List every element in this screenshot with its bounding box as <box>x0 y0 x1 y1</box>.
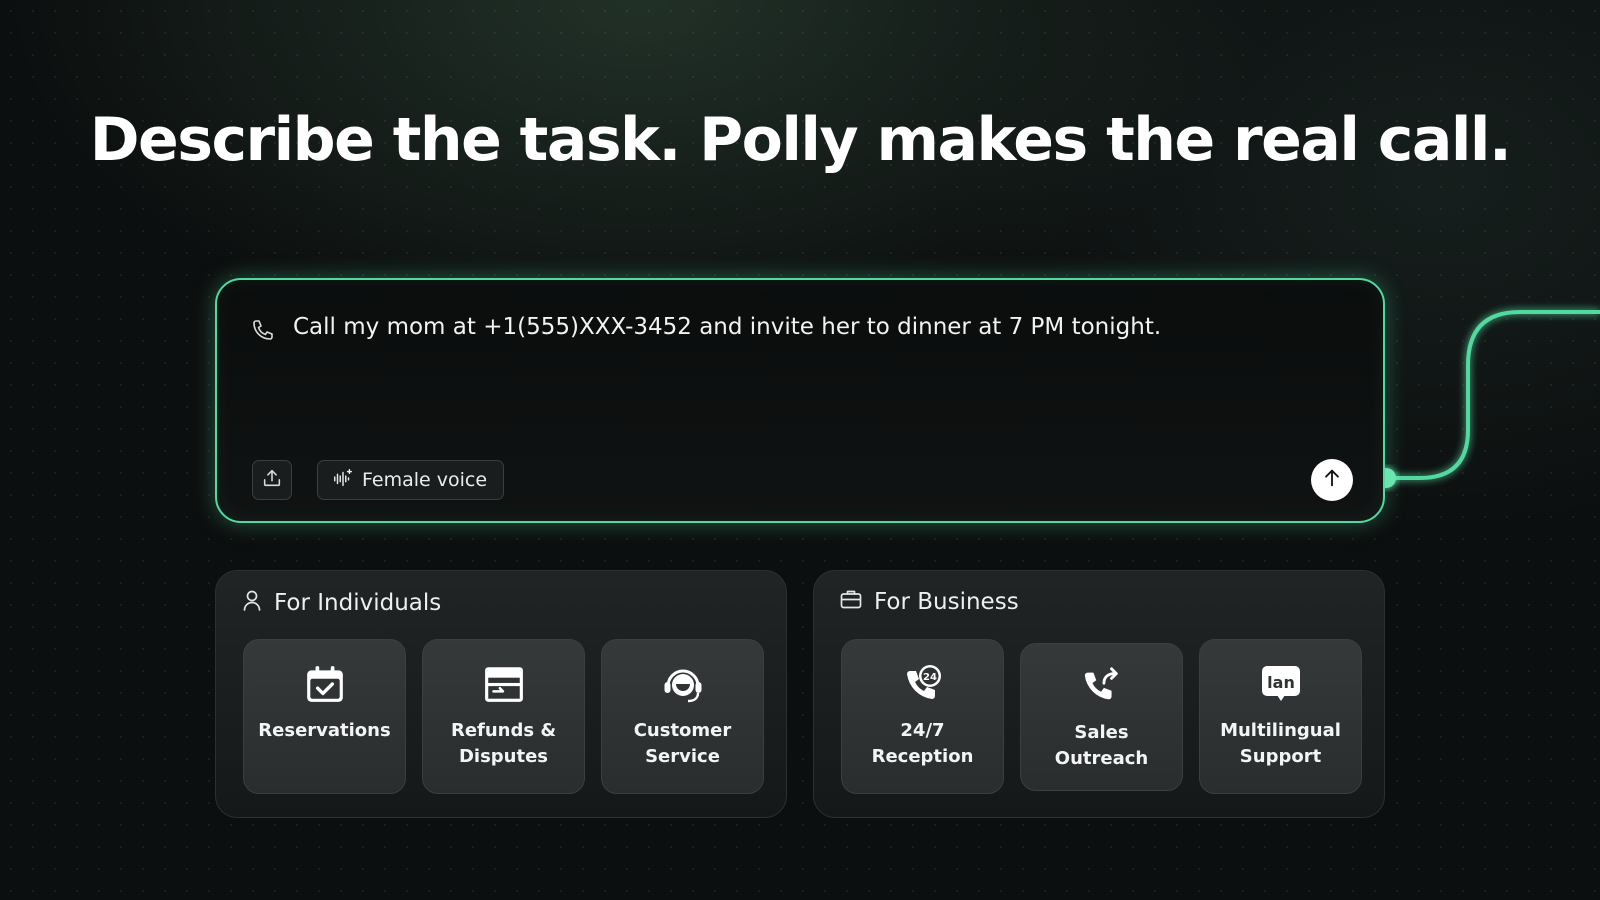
card-label: Reservations <box>258 720 391 741</box>
card-customer-service[interactable]: Customer Service <box>601 639 764 794</box>
card-multilingual-support[interactable]: lan Multilingual Support <box>1199 639 1362 794</box>
card-refunds-disputes[interactable]: Refunds & Disputes <box>422 639 585 794</box>
reception-badge-text: 24 <box>923 672 937 683</box>
wallet-icon <box>482 662 526 706</box>
language-badge-text: lan <box>1267 673 1295 692</box>
phone-outgoing-icon <box>1080 664 1124 708</box>
headset-icon <box>661 662 705 706</box>
card-label: Customer Service <box>633 720 732 767</box>
page-headline: Describe the task. Polly makes the real … <box>89 105 1512 175</box>
phone-icon <box>251 318 275 342</box>
business-panel: For Business 24 24/7 Reception Sales Out… <box>813 570 1385 818</box>
business-title: For Business <box>874 589 1019 615</box>
calendar-check-icon <box>303 662 347 706</box>
language-bubble-icon: lan <box>1259 662 1303 706</box>
individuals-title: For Individuals <box>274 590 442 616</box>
individuals-panel: For Individuals Reservations Refunds & D… <box>215 570 787 818</box>
card-label: Sales Outreach <box>1054 722 1149 769</box>
individuals-header: For Individuals <box>242 589 441 617</box>
task-prompt-input[interactable]: Call my mom at +1(555)XXX-3452 and invit… <box>293 314 1161 340</box>
person-icon <box>242 589 262 617</box>
card-label: Refunds & Disputes <box>450 720 557 767</box>
card-label: 24/7 Reception <box>871 720 974 767</box>
card-24-7-reception[interactable]: 24 24/7 Reception <box>841 639 1004 794</box>
arrow-up-icon <box>1321 467 1343 494</box>
business-header: For Business <box>840 589 1019 615</box>
card-reservations[interactable]: Reservations <box>243 639 406 794</box>
briefcase-icon <box>840 589 862 615</box>
waveform-icon <box>332 467 354 494</box>
card-label: Multilingual Support <box>1220 720 1341 767</box>
card-sales-outreach[interactable]: Sales Outreach <box>1020 643 1183 791</box>
voice-select-button[interactable]: Female voice <box>317 460 505 500</box>
voice-select-label: Female voice <box>362 469 488 491</box>
send-button[interactable] <box>1311 459 1353 501</box>
upload-icon <box>261 467 283 494</box>
phone-24-icon: 24 <box>901 662 945 706</box>
task-composer[interactable]: Call my mom at +1(555)XXX-3452 and invit… <box>215 278 1385 523</box>
upload-button[interactable] <box>252 460 292 500</box>
